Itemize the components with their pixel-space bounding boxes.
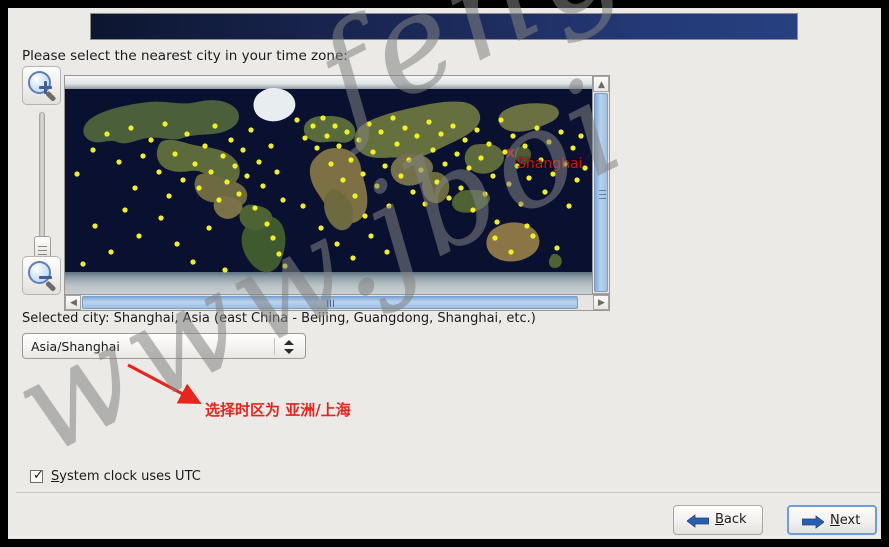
next-mnemonic: N [830,513,840,528]
combo-separator [274,338,275,355]
chevron-up-icon: ▲ [598,80,605,90]
map-vertical-scrollbar[interactable]: ▲ ▼ [592,75,610,310]
utc-checkbox-label: System clock uses UTC [51,469,201,484]
scroll-left-button[interactable]: ◀ [65,295,81,310]
back-button[interactable]: Back [673,505,763,535]
back-mnemonic: B [715,512,724,527]
scroll-up-button[interactable]: ▲ [593,76,609,92]
timezone-select[interactable]: Asia/Shanghai [22,333,306,359]
footer-divider [16,492,881,493]
map-horizontal-scroll-thumb[interactable] [82,296,578,309]
map-vertical-scroll-thumb[interactable] [594,93,608,292]
arrow-left-icon [687,514,709,528]
selected-city-marker-label: Shanghai [517,156,583,172]
world-map-canvas[interactable]: x Shanghai [65,76,593,294]
scroll-right-button[interactable]: ▶ [593,295,609,310]
next-button[interactable]: Next [787,505,877,535]
arrow-right-icon [802,515,824,529]
title-banner [90,13,798,40]
utc-label-rest: ystem clock uses UTC [59,469,201,484]
check-icon: ✓ [33,468,44,483]
chevron-right-icon: ▶ [598,298,605,308]
installer-window: Please select the nearest city in your t… [8,8,881,539]
map-zoom-in-button[interactable] [22,66,61,105]
utc-checkbox[interactable]: ✓ [30,468,44,483]
page-title: Please select the nearest city in your t… [22,48,348,64]
city-dots-layer [74,115,588,273]
annotation-arrow-icon [127,363,202,404]
chevron-updown-icon [283,338,296,356]
next-label-rest: ext [839,513,861,528]
map-zoom-slider-track[interactable] [39,112,45,248]
back-button-label: Back [715,512,747,527]
selected-city-text: Selected city: Shanghai, Asia (east Chin… [22,311,536,326]
chevron-left-icon: ◀ [70,298,77,308]
map-zoom-out-button[interactable] [22,256,61,295]
next-button-label: Next [830,513,860,528]
magnifier-handle-icon [45,280,57,292]
world-map[interactable]: x Shanghai [64,75,610,310]
selected-city-marker-icon: x [506,145,516,161]
back-label-rest: ack [723,512,747,527]
screenshot-root: Please select the nearest city in your t… [0,0,889,547]
annotation-text: 选择时区为 亚洲/上海 [205,401,351,419]
magnifier-handle-icon [45,90,57,102]
map-horizontal-scrollbar[interactable]: ◀ ▶ [64,294,610,311]
timezone-select-value: Asia/Shanghai [31,339,120,354]
